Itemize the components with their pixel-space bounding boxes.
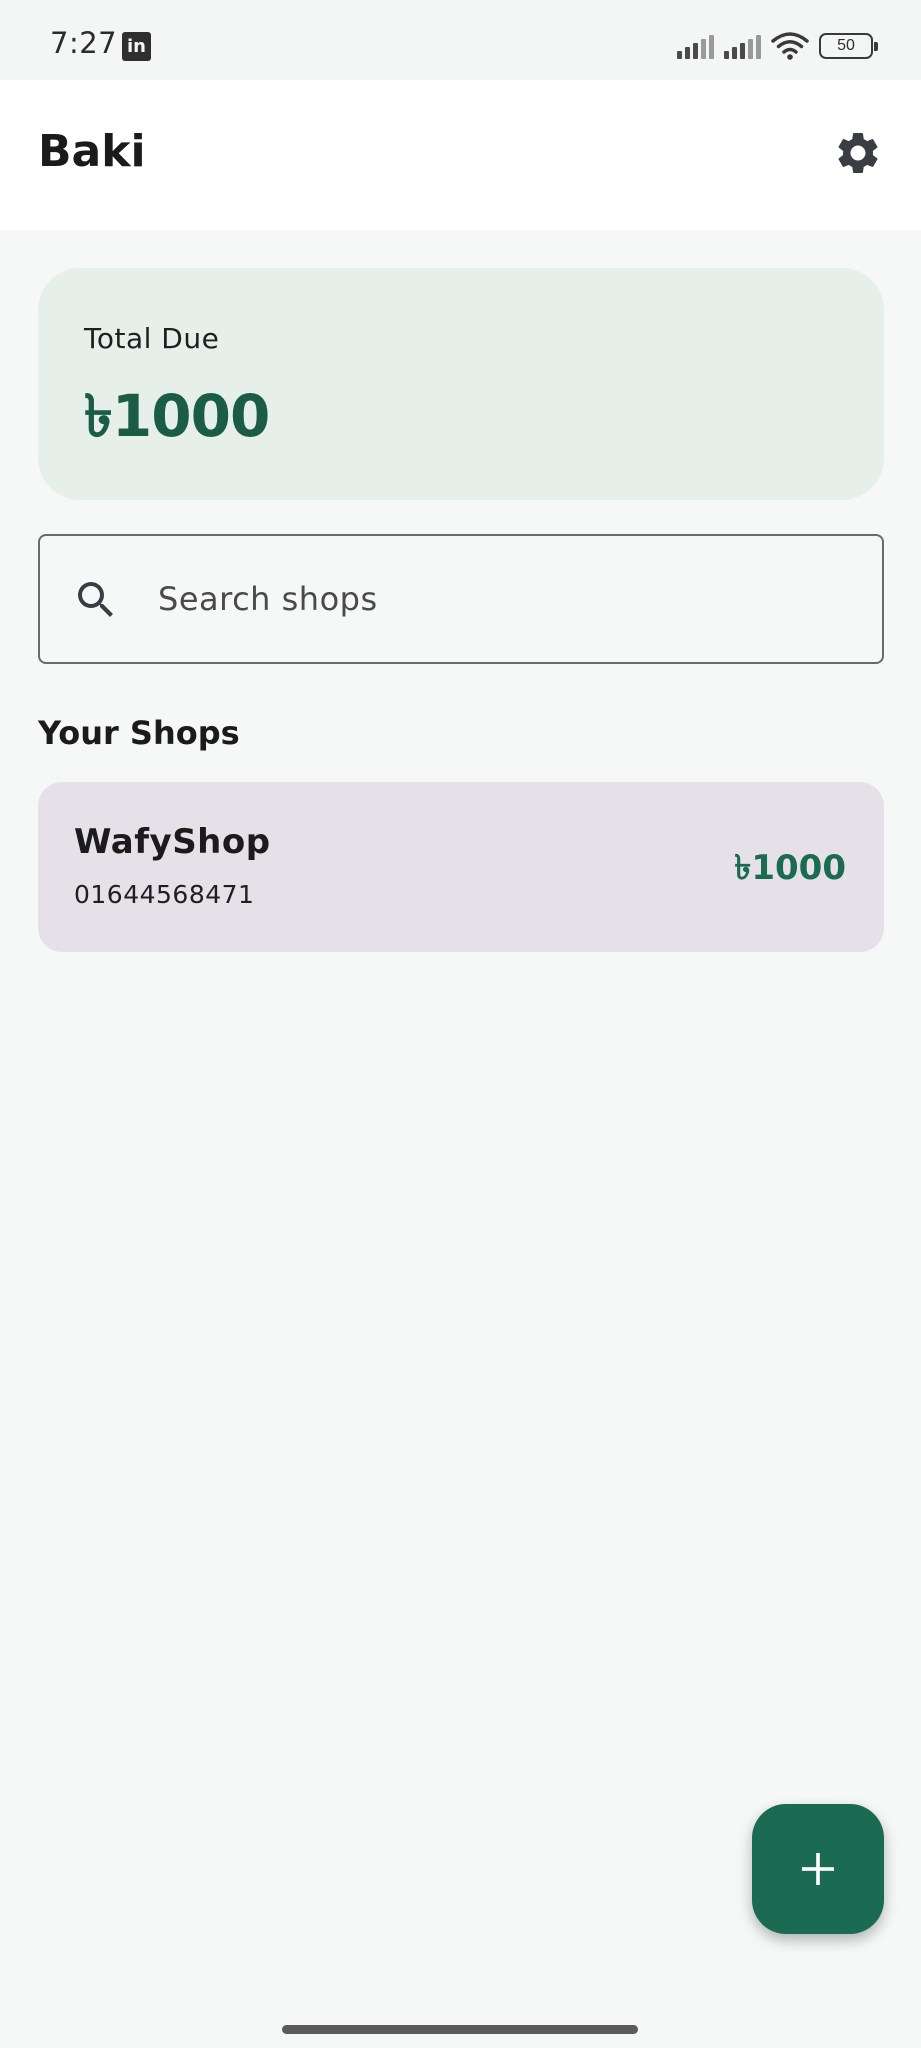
status-icons: 50 <box>677 30 878 62</box>
plus-icon <box>802 1853 834 1885</box>
screen: 7:27 in 50 Baki Total Due ৳1000 Search s… <box>0 0 921 2048</box>
search-field[interactable] <box>38 534 884 664</box>
home-indicator[interactable] <box>282 2025 638 2034</box>
wifi-icon <box>771 32 809 60</box>
cellular-signal-icon <box>677 33 714 59</box>
gear-icon <box>838 133 878 173</box>
total-due-card: Total Due ৳1000 <box>38 268 884 500</box>
shop-phone: 01644568471 <box>74 880 255 909</box>
shop-due-amount: ৳1000 <box>734 848 846 888</box>
total-due-amount: ৳1000 <box>84 382 270 450</box>
total-due-label: Total Due <box>84 322 220 355</box>
search-icon <box>78 582 113 617</box>
settings-button[interactable] <box>825 120 891 186</box>
app-bar: Baki <box>0 80 921 230</box>
search-input[interactable] <box>158 564 838 634</box>
add-shop-button[interactable] <box>752 1804 884 1934</box>
status-bar: 7:27 in 50 <box>0 0 921 80</box>
app-title: Baki <box>38 126 146 177</box>
status-time: 7:27 <box>50 26 118 60</box>
linkedin-icon: in <box>122 32 151 61</box>
shops-section-title: Your Shops <box>38 714 240 752</box>
battery-icon: 50 <box>819 33 878 59</box>
shop-list-item[interactable]: WafyShop 01644568471 ৳1000 <box>38 782 884 952</box>
cellular-signal-icon <box>724 33 761 59</box>
shop-name: WafyShop <box>74 822 271 862</box>
